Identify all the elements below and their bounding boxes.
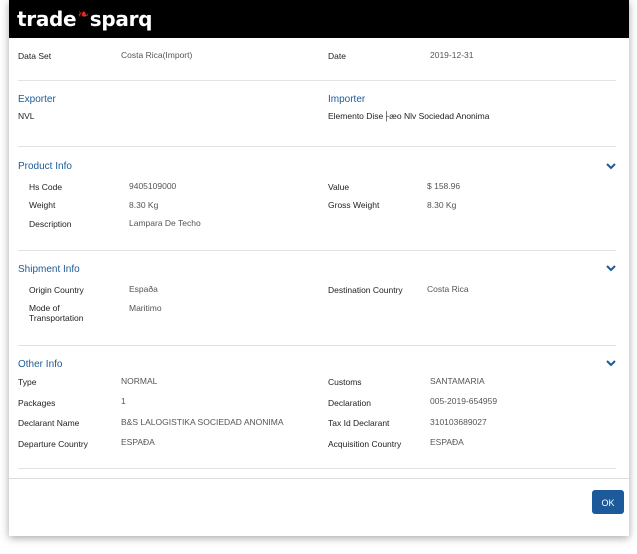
destination-country-label: Destination Country: [328, 285, 403, 295]
detail-modal: trade❧sparq Data Set Costa Rica(Import) …: [9, 0, 629, 536]
importer-value: Elemento Dise├æo Nlv Sociedad Anonima: [328, 111, 490, 121]
customs-label: Customs: [328, 377, 362, 387]
hs-code-label: Hs Code: [29, 182, 63, 192]
footer-divider: [9, 478, 629, 479]
weight-label: Weight: [29, 200, 56, 210]
departure-country-value: ESPAÐA: [121, 437, 155, 447]
importer-title: Importer: [328, 94, 366, 105]
mode-label-line1: Mode of: [29, 303, 60, 313]
packages-value: 1: [121, 396, 126, 406]
description-label: Description: [29, 219, 72, 229]
value-label: Value: [328, 182, 350, 192]
description-value: Lampara De Techo: [129, 218, 201, 228]
chevron-down-icon[interactable]: [606, 359, 616, 367]
shipment-info-title[interactable]: Shipment Info: [18, 264, 80, 275]
declarant-name-value: B&S LALOGISTIKA SOCIEDAD ANONIMA: [121, 417, 284, 427]
chevron-down-icon[interactable]: [606, 264, 616, 272]
mode-value: Maritimo: [129, 303, 162, 313]
gross-weight-label: Gross Weight: [328, 200, 380, 210]
date-value: 2019-12-31: [430, 50, 474, 60]
origin-country-label: Origin Country: [29, 285, 84, 295]
date-label: Date: [328, 51, 346, 61]
exporter-value: NVL: [18, 111, 35, 121]
product-info-title[interactable]: Product Info: [18, 161, 72, 172]
tax-id-declarant-label: Tax Id Declarant: [328, 418, 390, 428]
tax-id-declarant-value: 310103689027: [430, 417, 487, 427]
declaration-value: 005-2019-654959: [430, 396, 498, 406]
divider: [18, 146, 616, 147]
ok-button[interactable]: OK: [592, 490, 624, 514]
customs-value: SANTAMARIA: [430, 376, 485, 386]
chevron-down-icon[interactable]: [606, 162, 616, 170]
declarant-name-label: Declarant Name: [18, 418, 80, 428]
packages-label: Packages: [18, 398, 56, 408]
hs-code-value: 9405109000: [129, 181, 177, 191]
divider: [18, 345, 616, 346]
gross-weight-value: 8.30 Kg: [427, 200, 457, 210]
divider: [18, 250, 616, 251]
declaration-label: Declaration: [328, 398, 371, 408]
divider: [18, 468, 616, 469]
type-label: Type: [18, 377, 37, 387]
destination-country-value: Costa Rica: [427, 284, 469, 294]
dataset-label: Data Set: [18, 51, 52, 61]
brand-logo: trade❧sparq: [17, 7, 153, 31]
divider: [18, 80, 616, 81]
origin-country-value: Espaða: [129, 284, 158, 294]
dataset-value: Costa Rica(Import): [121, 50, 193, 60]
acquisition-country-label: Acquisition Country: [328, 439, 402, 449]
modal-header: trade❧sparq: [9, 0, 629, 38]
departure-country-label: Departure Country: [18, 439, 88, 449]
type-value: NORMAL: [121, 376, 158, 386]
other-info-title[interactable]: Other Info: [18, 359, 62, 370]
mode-label-line2: Transportation: [29, 313, 84, 323]
exporter-title: Exporter: [18, 94, 56, 105]
value-value: $ 158.96: [427, 181, 461, 191]
weight-value: 8.30 Kg: [129, 200, 159, 210]
acquisition-country-value: ESPAÐA: [430, 437, 464, 447]
